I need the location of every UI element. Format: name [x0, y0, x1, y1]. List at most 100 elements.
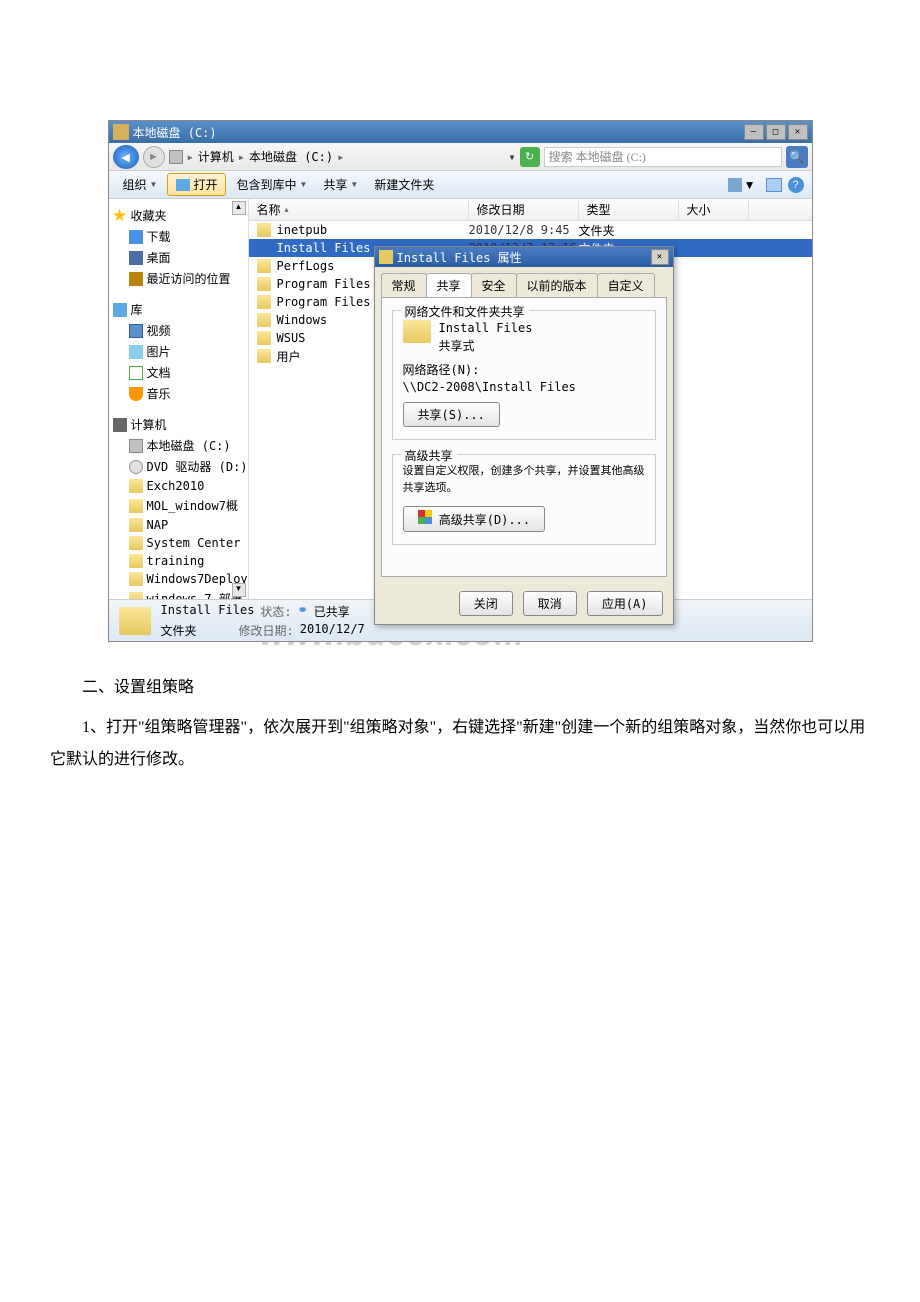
maximize-button[interactable]: □: [766, 124, 786, 140]
sidebar-item-music[interactable]: 音乐: [113, 383, 244, 404]
sidebar-favorites: 收藏夹 下载 桌面 最近访问的位置: [113, 205, 244, 289]
date-label: 修改日期:: [239, 622, 294, 639]
open-button[interactable]: 打开: [167, 173, 226, 196]
file-name: 用户: [277, 348, 301, 365]
share-button[interactable]: 共享(S)...: [403, 402, 500, 427]
cancel-button[interactable]: 取消: [523, 591, 577, 616]
dialog-close-button[interactable]: ✕: [651, 249, 669, 265]
breadcrumb-item[interactable]: 计算机: [198, 148, 234, 165]
tab-security[interactable]: 安全: [471, 273, 517, 297]
minimize-button[interactable]: —: [744, 124, 764, 140]
video-icon: [129, 324, 143, 338]
group-legend: 高级共享: [401, 447, 457, 464]
search-button[interactable]: 🔍: [786, 146, 808, 168]
refresh-button[interactable]: ↻: [520, 147, 540, 167]
folder-icon: [129, 554, 143, 568]
tab-previous-versions[interactable]: 以前的版本: [516, 273, 598, 297]
file-row[interactable]: inetpub2010/12/8 9:45文件夹: [249, 221, 812, 239]
folder-icon: [257, 349, 271, 363]
close-button[interactable]: 关闭: [459, 591, 513, 616]
tab-customize[interactable]: 自定义: [597, 273, 655, 297]
network-sharing-group: 网络文件和文件夹共享 Install Files 共享式 网络路径(N): \\…: [392, 310, 656, 440]
nav-forward-button[interactable]: ►: [143, 146, 165, 168]
sidebar-item-downloads[interactable]: 下载: [113, 226, 244, 247]
column-size[interactable]: 大小: [679, 199, 749, 220]
sidebar-item-desktop[interactable]: 桌面: [113, 247, 244, 268]
close-button[interactable]: ✕: [788, 124, 808, 140]
sidebar-item-folder[interactable]: training: [113, 552, 244, 570]
dvd-icon: [129, 460, 143, 474]
sidebar-item-recent[interactable]: 最近访问的位置: [113, 268, 244, 289]
organize-menu[interactable]: 组织▼: [117, 174, 164, 195]
dialog-tabs: 常规 共享 安全 以前的版本 自定义: [375, 267, 673, 297]
folder-icon: [257, 295, 271, 309]
folder-icon: [257, 223, 271, 237]
state-value: 已共享: [314, 603, 350, 620]
document-body: 二、设置组策略 1、打开"组策略管理器"，依次展开到"组策略对象"，右键选择"新…: [40, 672, 880, 776]
apply-button[interactable]: 应用(A): [587, 591, 663, 616]
doc-heading: 二、设置组策略: [50, 672, 870, 704]
music-icon: [129, 387, 143, 401]
folder-icon: [257, 277, 271, 291]
nav-back-button[interactable]: ◄: [113, 145, 139, 169]
tab-sharing[interactable]: 共享: [426, 273, 472, 297]
libraries-header[interactable]: 库: [113, 299, 244, 320]
address-bar: ◄ ► ▸ 计算机 ▸ 本地磁盘 (C:) ▸ ▾ ↻ 搜索 本地磁盘 (C:)…: [109, 143, 812, 171]
toolbar: 组织▼ 打开 包含到库中▼ 共享▼ 新建文件夹 ▼ ?: [109, 171, 812, 199]
file-name: Program Files (: [277, 295, 385, 309]
sidebar-item-dvd[interactable]: DVD 驱动器 (D:): [113, 456, 244, 477]
document-icon: [129, 366, 143, 380]
computer-header[interactable]: 计算机: [113, 414, 244, 435]
breadcrumb-dropdown[interactable]: ▾: [508, 150, 515, 164]
sidebar-item-documents[interactable]: 文档: [113, 362, 244, 383]
computer-icon: [113, 418, 127, 432]
favorites-header[interactable]: 收藏夹: [113, 205, 244, 226]
column-name[interactable]: 名称 ▴: [249, 199, 469, 220]
chevron-down-icon: ▼: [150, 180, 158, 189]
view-options-button[interactable]: ▼: [724, 176, 760, 194]
chevron-down-icon: ▼: [744, 178, 756, 192]
sidebar-computer: 计算机 本地磁盘 (C:) DVD 驱动器 (D:) Exch2010 MOL_…: [113, 414, 244, 599]
search-input[interactable]: 搜索 本地磁盘 (C:): [544, 147, 782, 167]
sidebar-item-folder[interactable]: Exch2010: [113, 477, 244, 495]
sidebar-item-folder[interactable]: System Center: [113, 534, 244, 552]
state-label: 状态:: [260, 603, 291, 620]
advanced-share-button[interactable]: 高级共享(D)...: [403, 506, 546, 532]
breadcrumb-item[interactable]: 本地磁盘 (C:): [249, 148, 333, 165]
column-date[interactable]: 修改日期: [469, 199, 579, 220]
network-path: \\DC2-2008\Install Files: [403, 380, 645, 394]
date-value: 2010/12/7: [300, 622, 365, 639]
folder-icon: [129, 536, 143, 550]
scroll-up-button[interactable]: ▲: [232, 201, 246, 215]
dialog-titlebar: Install Files 属性 ✕: [375, 247, 673, 267]
file-type: 文件夹: [579, 222, 679, 239]
disk-icon: [129, 439, 143, 453]
sidebar-item-videos[interactable]: 视频: [113, 320, 244, 341]
sidebar-item-folder[interactable]: MOL_window7概: [113, 495, 244, 516]
shield-icon: [418, 510, 432, 524]
advanced-description: 设置自定义权限，创建多个共享，并设置其他高级共享选项。: [403, 463, 645, 496]
share-menu[interactable]: 共享▼: [317, 174, 364, 195]
column-type[interactable]: 类型: [579, 199, 679, 220]
sidebar-item-folder[interactable]: windows 7 部署: [113, 588, 244, 599]
folder-icon: [257, 331, 271, 345]
scroll-down-button[interactable]: ▼: [232, 583, 246, 597]
breadcrumb[interactable]: ▸ 计算机 ▸ 本地磁盘 (C:) ▸ ▾: [169, 148, 516, 165]
preview-pane-button[interactable]: [766, 178, 782, 192]
include-library-menu[interactable]: 包含到库中▼: [230, 174, 313, 195]
file-name: inetpub: [277, 223, 328, 237]
folder-icon: [257, 241, 271, 255]
disk-icon: [169, 150, 183, 164]
search-placeholder: 搜索 本地磁盘 (C:): [549, 148, 646, 165]
selected-name: Install Files: [161, 603, 255, 620]
help-button[interactable]: ?: [788, 177, 804, 193]
sidebar-item-local-disk[interactable]: 本地磁盘 (C:): [113, 435, 244, 456]
advanced-sharing-group: 高级共享 设置自定义权限，创建多个共享，并设置其他高级共享选项。 高级共享(D)…: [392, 454, 656, 545]
sidebar-item-pictures[interactable]: 图片: [113, 341, 244, 362]
new-folder-button[interactable]: 新建文件夹: [368, 174, 440, 195]
window-title: 本地磁盘 (C:): [133, 124, 744, 141]
sidebar-item-folder[interactable]: Windows7Deploy: [113, 570, 244, 588]
view-icon: [728, 178, 742, 192]
sidebar-item-folder[interactable]: NAP: [113, 516, 244, 534]
tab-general[interactable]: 常规: [381, 273, 427, 297]
